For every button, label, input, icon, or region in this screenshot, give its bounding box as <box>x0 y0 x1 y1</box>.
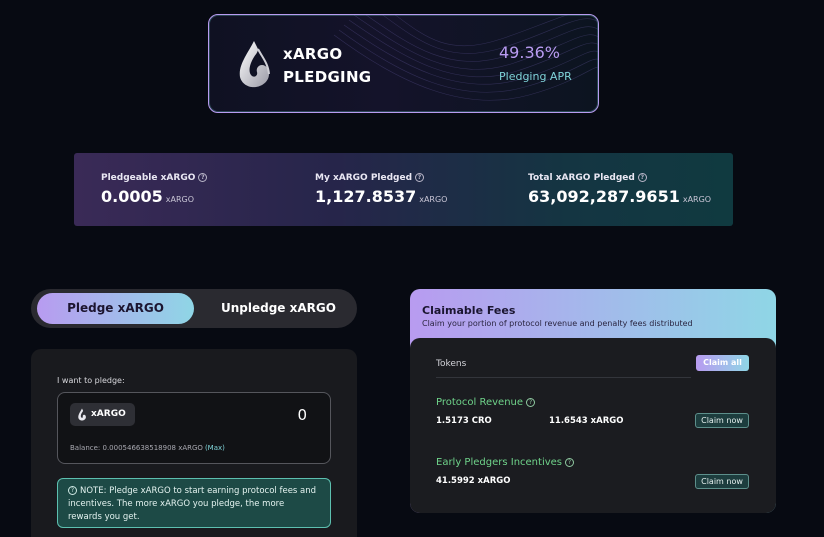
info-icon: ? <box>68 486 77 495</box>
pledging-page: xARGO PLEDGING 49.36% Pledging APR Pledg… <box>0 0 824 537</box>
stat-total-pledged: Total xARGO Pledged? 63,092,287.9651 xARG… <box>528 173 711 206</box>
apr-label: Pledging APR <box>499 70 572 83</box>
tokens-label: Tokens <box>436 359 467 369</box>
hero-title-line1: xARGO <box>283 45 343 63</box>
note-text: NOTE: Pledge xARGO to start earning prot… <box>68 486 317 522</box>
stats-bar: Pledgeable xARGO? 0.0005 xARGO My xARGO P… <box>74 153 733 226</box>
fees-title: Claimable Fees <box>422 304 516 317</box>
argo-logo-icon <box>239 41 270 88</box>
stat-unit: xARGO <box>682 195 712 204</box>
max-button[interactable]: (Max) <box>205 444 225 452</box>
hero-title-line2: PLEDGING <box>283 68 372 86</box>
pledge-input-box: xARGO Balance: 0.000546638518908 xARGO(M… <box>57 392 331 464</box>
claim-all-button[interactable]: Claim all <box>696 355 749 371</box>
section-title-text: Early Pledgers Incentives <box>436 457 562 468</box>
token-selector[interactable]: xARGO <box>70 403 135 426</box>
hero-title: xARGO PLEDGING <box>283 43 371 89</box>
claimable-fees-card: Claimable Fees Claim your portion of pro… <box>410 289 776 513</box>
stat-value: 1,127.8537 <box>315 187 417 206</box>
early-pledgers-xargo: 41.5992 xARGO <box>436 476 511 486</box>
stat-pledgeable: Pledgeable xARGO? 0.0005 xARGO <box>101 173 208 206</box>
stat-label: Total xARGO Pledged <box>528 173 635 183</box>
stat-unit: xARGO <box>165 195 195 204</box>
tab-unpledge[interactable]: Unpledge xARGO <box>221 293 351 324</box>
protocol-revenue-xargo: 11.6543 xARGO <box>549 416 624 426</box>
argo-token-icon <box>78 408 86 421</box>
fees-subtitle: Claim your portion of protocol revenue a… <box>422 319 693 328</box>
stat-value: 0.0005 <box>101 187 163 206</box>
claim-early-pledgers-button[interactable]: Claim now <box>695 474 749 489</box>
tab-pledge[interactable]: Pledge xARGO <box>37 293 194 324</box>
stat-label: Pledgeable xARGO <box>101 173 196 183</box>
stat-label: My xARGO Pledged <box>315 173 413 183</box>
stat-my-pledged: My xARGO Pledged? 1,127.8537 xARGO <box>315 173 447 206</box>
stat-value: 63,092,287.9651 <box>528 187 680 206</box>
info-icon[interactable]: ? <box>415 173 425 182</box>
apr-value: 49.36% <box>499 43 561 62</box>
pledge-note: ? NOTE: Pledge xARGO to start earning pro… <box>57 478 331 528</box>
info-icon[interactable]: ? <box>565 458 574 467</box>
balance-text: Balance: 0.000546638518908 xARGO (Max) <box>70 444 225 452</box>
early-pledgers-title: Early Pledgers Incentives? <box>436 457 574 468</box>
fees-body: Tokens Claim all Protocol Revenue? 1.517… <box>410 338 776 513</box>
info-icon[interactable]: ? <box>526 398 536 407</box>
token-symbol: xARGO <box>91 409 126 419</box>
pledge-panel: I want to pledge: xARGO Balance: 0.00054… <box>31 349 357 537</box>
protocol-revenue-title: Protocol Revenue? <box>436 397 536 408</box>
pledge-toggle: Pledge xARGO Unpledge xARGO <box>31 289 357 328</box>
info-icon[interactable]: ? <box>637 173 647 182</box>
stat-unit: xARGO <box>419 195 448 204</box>
section-title-text: Protocol Revenue <box>436 397 524 408</box>
info-icon[interactable]: ? <box>198 173 208 182</box>
pledge-label: I want to pledge: <box>57 376 125 385</box>
protocol-revenue-cro: 1.5173 CRO <box>436 416 492 426</box>
hero-card: xARGO PLEDGING 49.36% Pledging APR <box>208 14 599 113</box>
claim-protocol-revenue-button[interactable]: Claim now <box>695 413 749 428</box>
amount-input[interactable] <box>207 405 307 425</box>
balance-value: Balance: 0.000546638518908 xARGO <box>70 444 203 452</box>
divider <box>436 377 691 378</box>
